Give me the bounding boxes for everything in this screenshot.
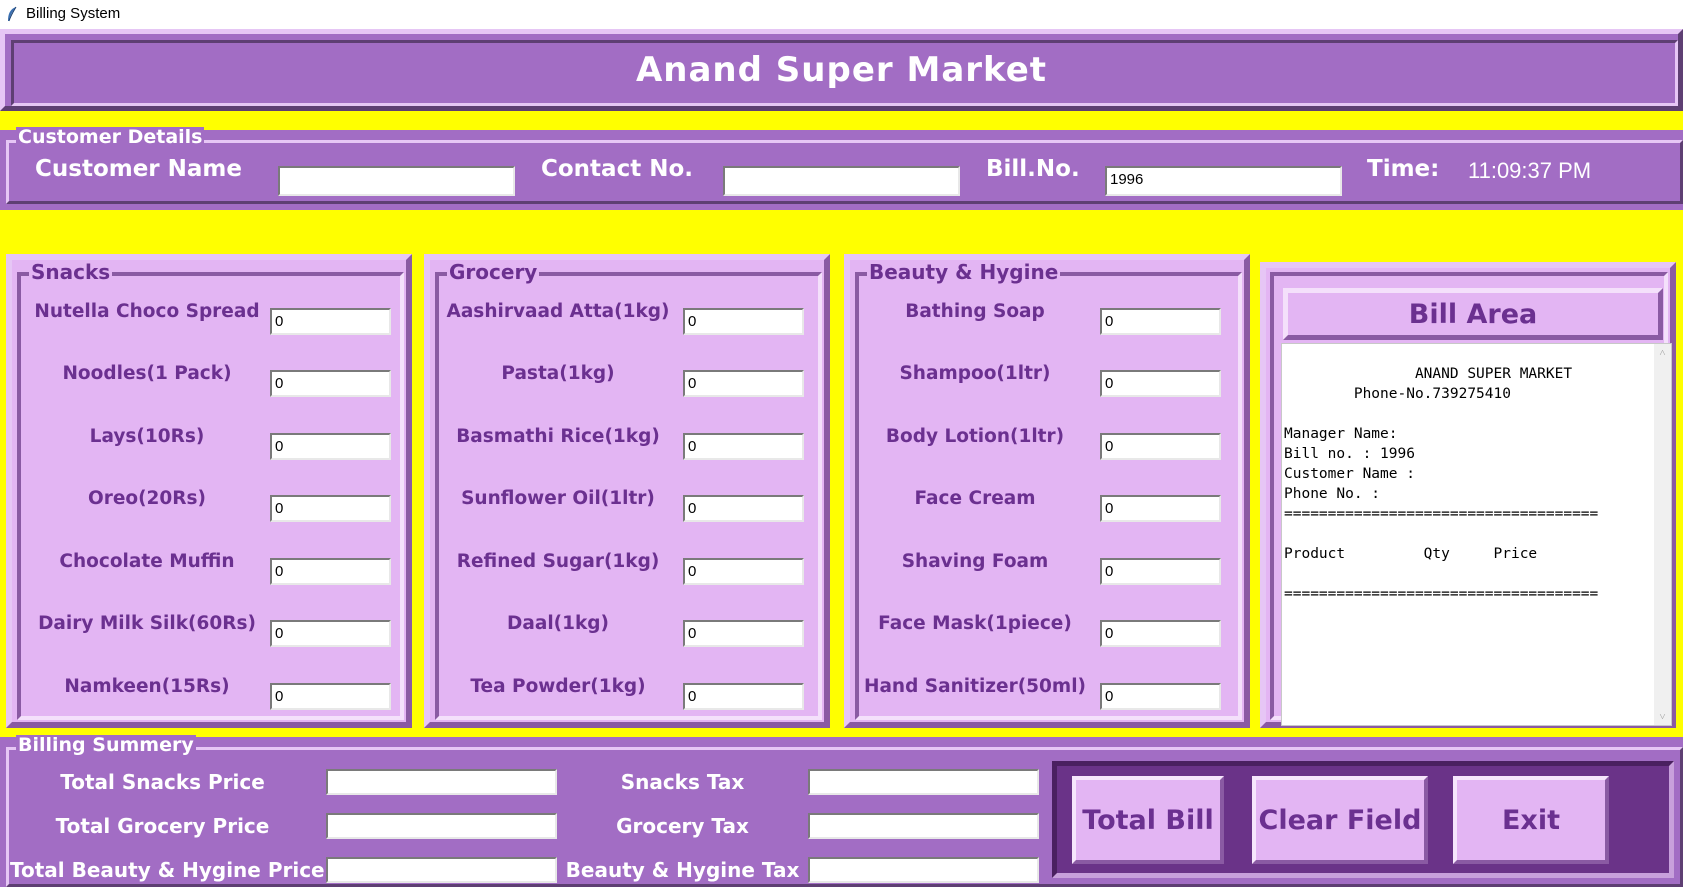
scroll-down-icon[interactable]: ˅ (1654, 708, 1671, 725)
beauty-frame: Beauty & Hygine Bathing Soap 0 Shampoo(1… (844, 254, 1250, 728)
beauty-label-shampoo: Shampoo(1ltr) (899, 363, 1051, 384)
clear-field-button[interactable]: Clear Field (1252, 776, 1428, 864)
grocery-qty-pasta[interactable]: 0 (683, 370, 804, 397)
beauty-tax-input[interactable] (808, 857, 1039, 883)
beauty-legend: Beauty & Hygine (867, 260, 1061, 284)
beauty-label-sanitizer: Hand Sanitizer(50ml) (863, 676, 1087, 697)
grocery-qty-atta[interactable]: 0 (683, 308, 804, 335)
beauty-label-lotion: Body Lotion(1ltr) (885, 426, 1065, 447)
snack-label-muffin: Chocolate Muffin (59, 551, 235, 572)
beauty-tax-label: Beauty & Hygine Tax (565, 858, 800, 882)
snacks-tax-label: Snacks Tax (620, 770, 745, 794)
grocery-label-pasta: Pasta(1kg) (501, 363, 615, 384)
app-header: Anand Super Market (0, 29, 1683, 111)
bill-textarea[interactable]: ANAND SUPER MARKET Phone-No.739275410 Ma… (1281, 343, 1672, 726)
billing-summary-legend: Billing Summery (16, 734, 196, 756)
grocery-label-sugar: Refined Sugar(1kg) (456, 551, 660, 572)
snack-qty-muffin[interactable]: 0 (270, 558, 391, 585)
snacks-frame: Snacks Nutella Choco Spread 0 Noodles(1 … (6, 254, 412, 728)
grocery-qty-rice[interactable]: 0 (683, 433, 804, 460)
bill-area-title: Bill Area (1283, 288, 1663, 340)
grocery-qty-sugar[interactable]: 0 (683, 558, 804, 585)
grocery-label-atta: Aashirvaad Atta(1kg) (446, 301, 670, 322)
total-snacks-label: Total Snacks Price (60, 770, 265, 794)
beauty-label-shaving-foam: Shaving Foam (901, 551, 1049, 572)
grocery-label-tea: Tea Powder(1kg) (470, 676, 646, 697)
beauty-qty-shaving-foam[interactable]: 0 (1100, 558, 1221, 585)
snacks-legend: Snacks (29, 260, 113, 284)
total-grocery-label: Total Grocery Price (55, 814, 270, 838)
grocery-tax-input[interactable] (808, 813, 1039, 839)
grocery-tax-label: Grocery Tax (616, 814, 749, 838)
beauty-label-cream: Face Cream (914, 488, 1036, 509)
contact-no-label: Contact No. (541, 156, 693, 182)
grocery-qty-oil[interactable]: 0 (683, 495, 804, 522)
snack-qty-nutella[interactable]: 0 (270, 308, 391, 335)
beauty-qty-sanitizer[interactable]: 0 (1100, 683, 1221, 710)
snack-label-oreo: Oreo(20Rs) (87, 488, 207, 509)
customer-details-frame: Customer Details Customer Name Contact N… (0, 126, 1683, 210)
grocery-label-daal: Daal(1kg) (507, 613, 609, 634)
beauty-qty-soap[interactable]: 0 (1100, 308, 1221, 335)
beauty-label-face-mask: Face Mask(1piece) (878, 613, 1072, 634)
snack-qty-namkeen[interactable]: 0 (270, 683, 391, 710)
total-bill-button[interactable]: Total Bill (1072, 776, 1224, 864)
grocery-qty-tea[interactable]: 0 (683, 683, 804, 710)
total-grocery-input[interactable] (326, 813, 557, 839)
grocery-label-oil: Sunflower Oil(1ltr) (461, 488, 655, 509)
total-beauty-label: Total Beauty & Hygine Price (10, 858, 325, 882)
customer-name-input[interactable] (278, 166, 515, 196)
action-buttons-panel: Total Bill Clear Field Exit (1052, 761, 1674, 878)
beauty-qty-face-mask[interactable]: 0 (1100, 620, 1221, 647)
beauty-qty-cream[interactable]: 0 (1100, 495, 1221, 522)
total-snacks-input[interactable] (326, 769, 557, 795)
scroll-up-icon[interactable]: ˄ (1654, 344, 1671, 361)
grocery-frame: Grocery Aashirvaad Atta(1kg) 0 Pasta(1kg… (424, 254, 830, 728)
snack-label-noodles: Noodles(1 Pack) (62, 363, 232, 384)
window-titlebar: Billing System (0, 0, 1683, 29)
snack-label-nutella: Nutella Choco Spread (34, 301, 260, 322)
bill-text-content: ANAND SUPER MARKET Phone-No.739275410 Ma… (1284, 366, 1599, 602)
window-title: Billing System (26, 5, 121, 22)
snack-label-lays: Lays(10Rs) (89, 426, 205, 447)
snack-qty-lays[interactable]: 0 (270, 433, 391, 460)
beauty-label-soap: Bathing Soap (905, 301, 1045, 322)
page-title: Anand Super Market (635, 50, 1048, 90)
time-value: 11:09:37 PM (1468, 158, 1592, 183)
feather-icon (8, 6, 17, 22)
snack-qty-noodles[interactable]: 0 (270, 370, 391, 397)
time-label: Time: (1367, 156, 1440, 182)
grocery-qty-daal[interactable]: 0 (683, 620, 804, 647)
bill-no-label: Bill.No. (986, 156, 1080, 182)
contact-no-input[interactable] (723, 166, 960, 196)
beauty-qty-shampoo[interactable]: 0 (1100, 370, 1221, 397)
bill-area-frame: Bill Area ANAND SUPER MARKET Phone-No.73… (1260, 262, 1676, 728)
snack-label-dairy-milk: Dairy Milk Silk(60Rs) (38, 613, 256, 634)
beauty-qty-lotion[interactable]: 0 (1100, 433, 1221, 460)
exit-button[interactable]: Exit (1453, 776, 1609, 864)
snack-label-namkeen: Namkeen(15Rs) (64, 676, 230, 697)
snacks-tax-input[interactable] (808, 769, 1039, 795)
snack-qty-oreo[interactable]: 0 (270, 495, 391, 522)
customer-name-label: Customer Name (35, 156, 242, 182)
customer-details-legend: Customer Details (16, 126, 205, 148)
grocery-label-rice: Basmathi Rice(1kg) (456, 426, 660, 447)
grocery-legend: Grocery (447, 260, 540, 284)
snack-qty-dairy-milk[interactable]: 0 (270, 620, 391, 647)
bill-no-input[interactable]: 1996 (1105, 166, 1342, 196)
total-beauty-input[interactable] (326, 857, 557, 883)
bill-scrollbar[interactable]: ˄ ˅ (1654, 344, 1671, 725)
